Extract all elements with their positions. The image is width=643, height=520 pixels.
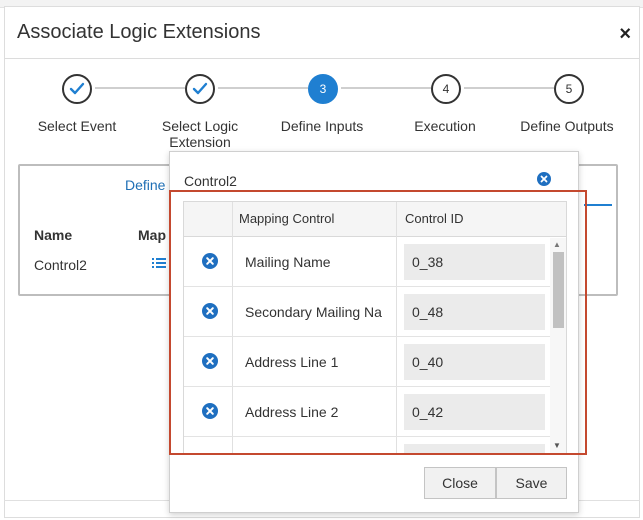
check-icon	[192, 82, 208, 95]
list-icon[interactable]	[152, 257, 166, 269]
mapping-control-header: Mapping Control	[239, 211, 335, 226]
step-4-label: Execution	[414, 118, 476, 134]
step-5-label: Define Outputs	[520, 118, 614, 134]
scroll-thumb[interactable]	[553, 252, 564, 328]
mapping-control-name: Secondary Mailing Na	[245, 304, 382, 320]
control-id-input-partial[interactable]	[404, 444, 545, 454]
step-3-label: Define Inputs	[280, 118, 364, 134]
mapping-control-name: Address Line 2	[245, 404, 339, 420]
control-id-header: Control ID	[405, 211, 464, 226]
popup-title: Control2	[184, 173, 237, 189]
table-row: Secondary Mailing Na	[184, 287, 550, 337]
step-1-label: Select Event	[37, 118, 117, 134]
table-scrollbar[interactable]: ▲ ▼	[550, 238, 566, 454]
remove-circle-icon[interactable]	[202, 403, 218, 419]
step-connector	[341, 87, 431, 89]
scroll-up-icon[interactable]: ▲	[553, 240, 561, 249]
step-5-circle[interactable]: 5	[554, 74, 584, 104]
mapping-table: Mapping Control Control ID Mailing Name …	[183, 201, 567, 455]
table-header: Mapping Control Control ID	[184, 202, 566, 237]
remove-circle-icon[interactable]	[202, 453, 218, 455]
remove-circle-icon[interactable]	[202, 353, 218, 369]
remove-circle-icon[interactable]	[202, 303, 218, 319]
table-row: Address Line 2	[184, 387, 550, 437]
mapping-popup: Control2 Mapping Control Control ID Mail…	[169, 151, 579, 513]
step-connector	[218, 87, 308, 89]
check-icon	[69, 82, 85, 95]
control-id-input[interactable]	[404, 344, 545, 380]
dialog-title: Associate Logic Extensions	[17, 21, 261, 43]
remove-circle-icon[interactable]	[202, 253, 218, 269]
control-id-input[interactable]	[404, 394, 545, 430]
step-4-circle[interactable]: 4	[431, 74, 461, 104]
control-name-cell: Control2	[34, 257, 87, 273]
step-1-circle[interactable]	[62, 74, 92, 104]
tab-underline	[584, 204, 612, 206]
control-id-input[interactable]	[404, 244, 545, 280]
mapping-control-name: Mailing Name	[245, 254, 331, 270]
table-row	[184, 437, 550, 455]
define-tab[interactable]: Define	[125, 177, 165, 193]
scroll-down-icon[interactable]: ▼	[553, 441, 561, 450]
step-connector	[95, 87, 185, 89]
name-column-header: Name	[34, 227, 73, 243]
dialog-close-icon[interactable]: ×	[619, 24, 631, 44]
close-button[interactable]: Close	[424, 467, 496, 499]
mapping-column-header: Map	[138, 227, 166, 243]
close-icon[interactable]	[537, 172, 551, 186]
save-button[interactable]: Save	[496, 467, 567, 499]
step-3-circle[interactable]: 3	[308, 74, 338, 104]
step-connector	[464, 87, 554, 89]
control-id-input[interactable]	[404, 294, 545, 330]
step-2-circle[interactable]	[185, 74, 215, 104]
table-row: Address Line 1	[184, 337, 550, 387]
step-2-label: Select Logic Extension	[161, 118, 239, 150]
table-row: Mailing Name	[184, 237, 550, 287]
mapping-control-name: Address Line 1	[245, 354, 339, 370]
dialog-header: Associate Logic Extensions ×	[5, 7, 639, 59]
